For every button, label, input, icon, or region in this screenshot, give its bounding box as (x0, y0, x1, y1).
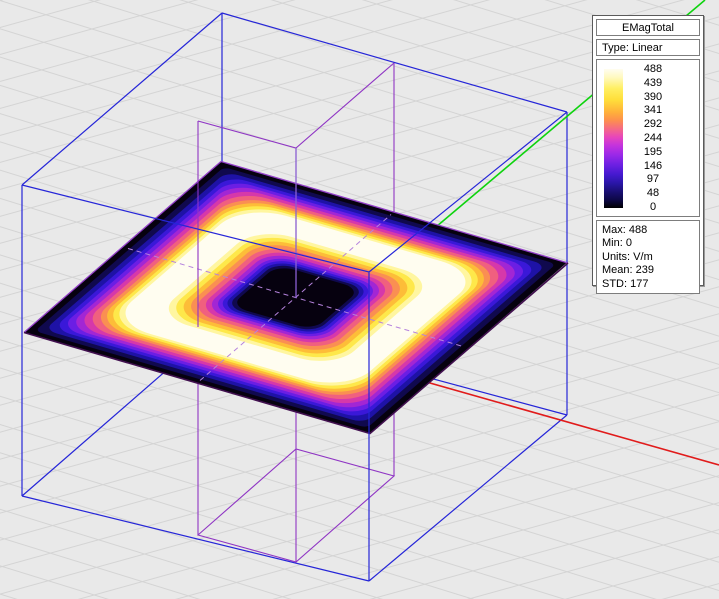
stat-std: STD: 177 (602, 278, 699, 291)
legend-scale-type: Type: Linear (596, 39, 700, 56)
legend-statistics-section: Max: 488 Min: 0 Units: V/m Mean: 239 STD… (596, 220, 700, 294)
stat-units: Units: V/m (602, 251, 699, 264)
scale-tick-label: 195 (625, 146, 681, 159)
scale-tick-label: 48 (625, 187, 681, 200)
scale-tick-label: 292 (625, 118, 681, 131)
colorbar-gradient (604, 69, 623, 208)
scale-tick-label: 341 (625, 104, 681, 117)
em-simulation-viewport-window: { "legend": { "title": "EMagTotal", "typ… (0, 0, 719, 599)
field-plot-legend-panel: EMagTotal Type: Linear 488 439 390 341 2… (592, 15, 704, 286)
colorbar-scale-labels: 488 439 390 341 292 244 195 146 97 48 0 (625, 63, 681, 214)
scale-tick-label: 439 (625, 77, 681, 90)
stat-min: Min: 0 (602, 237, 699, 250)
scale-tick-label: 146 (625, 160, 681, 173)
stat-max: Max: 488 (602, 224, 699, 237)
stat-mean: Mean: 239 (602, 264, 699, 277)
legend-colorbar-section: 488 439 390 341 292 244 195 146 97 48 0 (596, 59, 700, 217)
scale-tick-label: 390 (625, 91, 681, 104)
scale-tick-label: 0 (625, 201, 681, 214)
scale-tick-label: 488 (625, 63, 681, 76)
scale-tick-label: 244 (625, 132, 681, 145)
legend-quantity-title: EMagTotal (596, 19, 700, 36)
scale-tick-label: 97 (625, 173, 681, 186)
